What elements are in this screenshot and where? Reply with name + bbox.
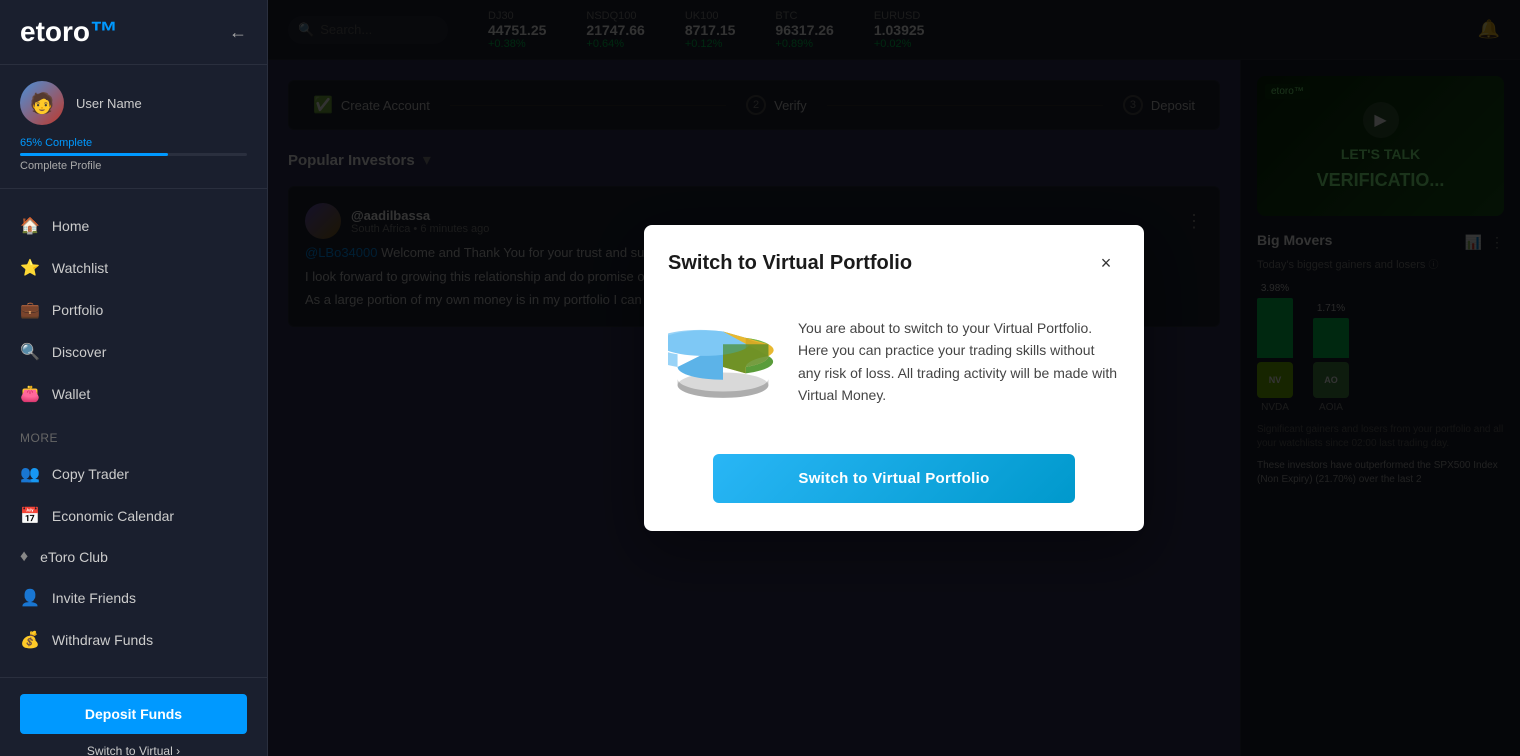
progress-bar: [20, 153, 247, 156]
modal-overlay: Switch to Virtual Portfolio ×: [268, 0, 1520, 756]
invite-icon: 👤: [20, 588, 40, 608]
progress-label: 65% Complete: [20, 137, 247, 149]
club-icon: ♦: [20, 548, 28, 566]
sidebar-item-copy-trader[interactable]: 👥 Copy Trader: [0, 453, 267, 495]
switch-virtual-modal: Switch to Virtual Portfolio ×: [644, 225, 1144, 531]
etoro-logo: etoro™: [20, 16, 118, 48]
modal-header: Switch to Virtual Portfolio ×: [644, 225, 1144, 293]
sidebar-item-label: Portfolio: [52, 302, 103, 318]
progress-section: 65% Complete Complete Profile: [20, 137, 247, 172]
switch-virtual-button[interactable]: Switch to Virtual ›: [20, 744, 247, 756]
sidebar-item-label: Invite Friends: [52, 590, 136, 606]
sidebar-item-label: Discover: [52, 344, 106, 360]
pie-chart: [668, 317, 778, 422]
sidebar-item-withdraw-funds[interactable]: 💰 Withdraw Funds: [0, 619, 267, 661]
back-arrow-icon[interactable]: ←: [229, 22, 247, 43]
sidebar-item-home[interactable]: 🏠 Home: [0, 205, 267, 247]
pie-chart-svg: [668, 317, 778, 417]
confirm-switch-button[interactable]: Switch to Virtual Portfolio: [713, 454, 1075, 503]
more-label: More: [0, 423, 267, 453]
sidebar-item-label: eToro Club: [40, 549, 108, 565]
nav-section: 🏠 Home ⭐ Watchlist 💼 Portfolio 🔍 Discove…: [0, 189, 267, 677]
copy-trader-icon: 👥: [20, 464, 40, 484]
modal-footer: Switch to Virtual Portfolio: [644, 454, 1144, 531]
sidebar-item-label: Wallet: [52, 386, 90, 402]
discover-icon: 🔍: [20, 342, 40, 362]
progress-fill: [20, 153, 168, 156]
modal-description: You are about to switch to your Virtual …: [798, 317, 1120, 407]
sidebar-item-etoro-club[interactable]: ♦ eToro Club: [0, 537, 267, 577]
sidebar-item-discover[interactable]: 🔍 Discover: [0, 331, 267, 373]
sidebar-item-label: Home: [52, 218, 89, 234]
complete-profile-link[interactable]: Complete Profile: [20, 160, 247, 172]
sidebar-item-label: Copy Trader: [52, 466, 129, 482]
modal-title: Switch to Virtual Portfolio: [668, 252, 912, 275]
sidebar-item-invite-friends[interactable]: 👤 Invite Friends: [0, 577, 267, 619]
user-info: 🧑 User Name: [20, 81, 247, 125]
sidebar-logo-area: etoro™ ←: [0, 0, 267, 65]
portfolio-icon: 💼: [20, 300, 40, 320]
sidebar-item-portfolio[interactable]: 💼 Portfolio: [0, 289, 267, 331]
sidebar-item-economic-calendar[interactable]: 📅 Economic Calendar: [0, 495, 267, 537]
sidebar-item-label: Economic Calendar: [52, 508, 174, 524]
avatar: 🧑: [20, 81, 64, 125]
sidebar-item-watchlist[interactable]: ⭐ Watchlist: [0, 247, 267, 289]
calendar-icon: 📅: [20, 506, 40, 526]
watchlist-icon: ⭐: [20, 258, 40, 278]
user-section: 🧑 User Name 65% Complete Complete Profil…: [0, 65, 267, 189]
modal-close-button[interactable]: ×: [1092, 249, 1120, 277]
user-name: User Name: [76, 96, 142, 111]
wallet-icon: 👛: [20, 384, 40, 404]
sidebar-item-wallet[interactable]: 👛 Wallet: [0, 373, 267, 415]
withdraw-icon: 💰: [20, 630, 40, 650]
modal-body: You are about to switch to your Virtual …: [644, 293, 1144, 454]
sidebar: etoro™ ← 🧑 User Name 65% Complete Comple…: [0, 0, 268, 756]
sidebar-item-label: Watchlist: [52, 260, 108, 276]
home-icon: 🏠: [20, 216, 40, 236]
sidebar-item-label: Withdraw Funds: [52, 632, 153, 648]
sidebar-bottom: Deposit Funds Switch to Virtual ›: [0, 677, 267, 756]
deposit-funds-button[interactable]: Deposit Funds: [20, 694, 247, 734]
